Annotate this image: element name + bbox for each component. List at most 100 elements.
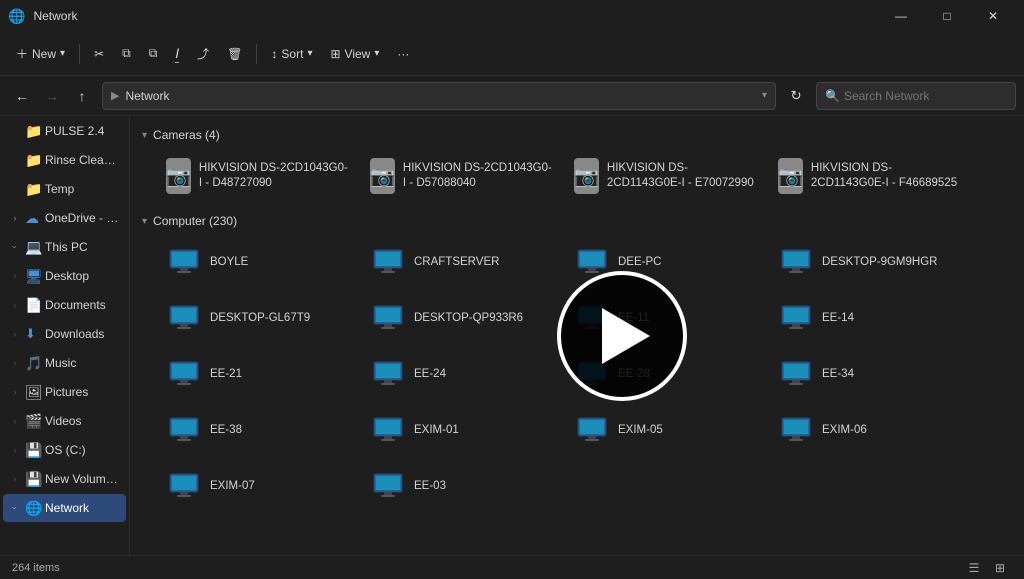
folder-icon: 📁 [25,181,41,197]
arrow-icon: › [9,271,21,281]
computers-collapse-icon[interactable]: ▾ [142,216,147,227]
list-item[interactable]: EXIM-07 [158,460,358,512]
monitor-icon [166,412,202,448]
list-item[interactable]: BOYLE [158,236,358,288]
sidebar-item-downloads[interactable]: › ⬇ Downloads [3,320,126,348]
list-item[interactable]: EE-34 [770,348,970,400]
breadcrumb: Network [125,89,169,103]
pc-icon: 💻 [25,239,41,255]
list-item[interactable]: CRAFTSERVER [362,236,562,288]
monitor-icon [166,468,202,504]
list-item[interactable]: DESKTOP-9GM9HGR [770,236,970,288]
breadcrumb-arrow: ▶ [111,89,119,102]
sidebar-item-desktop[interactable]: › 🖥 Desktop [3,262,126,290]
sidebar-item-pictures[interactable]: › 🖼 Pictures [3,378,126,406]
monitor-icon [166,244,202,280]
list-item[interactable]: EE-21 [158,348,358,400]
address-bar: ← → ↑ ▶ Network ▾ ↻ 🔍 [0,76,1024,116]
list-item[interactable]: EE-38 [158,404,358,456]
up-button[interactable]: ↑ [68,82,96,110]
list-item[interactable]: EXIM-06 [770,404,970,456]
cut-button[interactable]: ✂ [86,38,112,70]
list-item[interactable]: EE-03 [362,460,562,512]
item-label: EE-34 [822,367,854,382]
sidebar-item-label: Rinse Cleaning [45,153,120,167]
item-label: EXIM-06 [822,423,867,438]
sidebar-item-label: OS (C:) [45,443,86,457]
cameras-collapse-icon[interactable]: ▾ [142,130,147,141]
item-label: HIKVISION DS-2CD1143G0E-I - E70072990 [607,161,758,191]
copy-button[interactable]: ⧉ [114,38,139,70]
sort-chevron-icon: ▾ [307,48,312,59]
view-button[interactable]: ⊞ View ▾ [322,38,387,70]
back-button[interactable]: ← [8,82,36,110]
sidebar-item-music[interactable]: › 🎵 Music [3,349,126,377]
nav-buttons: ← → ↑ [8,82,96,110]
monitor-icon [778,356,814,392]
drive-icon: 💾 [25,471,41,487]
list-item[interactable]: 📷 HIKVISION DS-2CD1043G0-I - D57088040 [362,150,562,202]
list-item[interactable]: 📷 HIKVISION DS-2CD1143G0E-I - E70072990 [566,150,766,202]
item-label: CRAFTSERVER [414,255,499,270]
paste-button[interactable]: ⧉ [141,38,166,70]
sidebar-item-label: Pictures [45,385,88,399]
more-button[interactable]: ··· [389,38,417,70]
new-chevron-icon: ▾ [60,48,65,59]
item-label: DEE-PC [618,255,661,270]
window-controls: — □ ✕ [878,0,1016,32]
sort-button[interactable]: ↕ Sort ▾ [263,38,320,70]
cut-icon: ✂ [94,47,104,61]
monitor-icon [370,244,406,280]
item-label: EXIM-07 [210,479,255,494]
list-item[interactable]: DESKTOP-GL67T9 [158,292,358,344]
minimize-button[interactable]: — [878,0,924,32]
delete-button[interactable]: 🗑 [219,38,250,70]
forward-button[interactable]: → [38,82,66,110]
list-view-button[interactable]: ☰ [962,558,986,578]
maximize-button[interactable]: □ [924,0,970,32]
search-box[interactable]: 🔍 [816,82,1016,110]
sidebar: 📁 PULSE 2.4 📁 Rinse Cleaning 📁 Temp › ☁ … [0,116,130,555]
search-input[interactable] [844,89,1007,103]
documents-icon: 📄 [25,297,41,313]
list-item[interactable]: 📷 HIKVISION DS-2CD1143G0E-I - F46689525 [770,150,970,202]
close-button[interactable]: ✕ [970,0,1016,32]
refresh-button[interactable]: ↻ [782,82,810,110]
toolbar: ＋ New ▾ ✂ ⧉ ⧉ I ⤴ 🗑 ↕ Sort ▾ ⊞ View ▾ ··… [0,32,1024,76]
item-label: HIKVISION DS-2CD1043G0-I - D57088040 [403,161,554,191]
share-button[interactable]: ⤴ [189,38,217,70]
sidebar-item-onedrive[interactable]: › ☁ OneDrive - Perso [3,204,126,232]
monitor-icon [370,412,406,448]
sidebar-item-rinse[interactable]: 📁 Rinse Cleaning [3,146,126,174]
sidebar-item-network[interactable]: › 🌐 Network [3,494,126,522]
rename-button[interactable]: I [167,38,187,70]
sidebar-item-thispc[interactable]: › 💻 This PC [3,233,126,261]
list-item[interactable]: DESKTOP-QP933R6 [362,292,562,344]
item-label: EE-21 [210,367,242,382]
sidebar-item-videos[interactable]: › 🎬 Videos [3,407,126,435]
sidebar-item-temp[interactable]: 📁 Temp [3,175,126,203]
grid-view-button[interactable]: ⊞ [988,558,1012,578]
sidebar-item-pulse[interactable]: 📁 PULSE 2.4 [3,117,126,145]
sidebar-item-label: Downloads [45,327,104,341]
address-box[interactable]: ▶ Network ▾ [102,82,776,110]
sidebar-item-label: Temp [45,182,74,196]
share-icon: ⤴ [197,45,209,62]
list-item[interactable]: EXIM-01 [362,404,562,456]
item-label: HIKVISION DS-2CD1143G0E-I - F46689525 [811,161,962,191]
sidebar-item-osc[interactable]: › 💾 OS (C:) [3,436,126,464]
list-item[interactable]: EXIM-05 [566,404,766,456]
arrow-icon: › [9,329,21,339]
item-label: EXIM-01 [414,423,459,438]
monitor-icon [370,356,406,392]
sidebar-item-documents[interactable]: › 📄 Documents [3,291,126,319]
list-item[interactable]: 📷 HIKVISION DS-2CD1043G0-I - D48727090 [158,150,358,202]
desktop-icon: 🖥 [25,268,41,284]
list-item[interactable]: EE-14 [770,292,970,344]
new-button[interactable]: ＋ New ▾ [8,38,73,70]
sidebar-item-label: PULSE 2.4 [45,124,104,138]
play-button[interactable] [557,271,687,401]
main-layout: 📁 PULSE 2.4 📁 Rinse Cleaning 📁 Temp › ☁ … [0,116,1024,555]
list-item[interactable]: EE-24 [362,348,562,400]
sidebar-item-newvolume[interactable]: › 💾 New Volume (D [3,465,126,493]
